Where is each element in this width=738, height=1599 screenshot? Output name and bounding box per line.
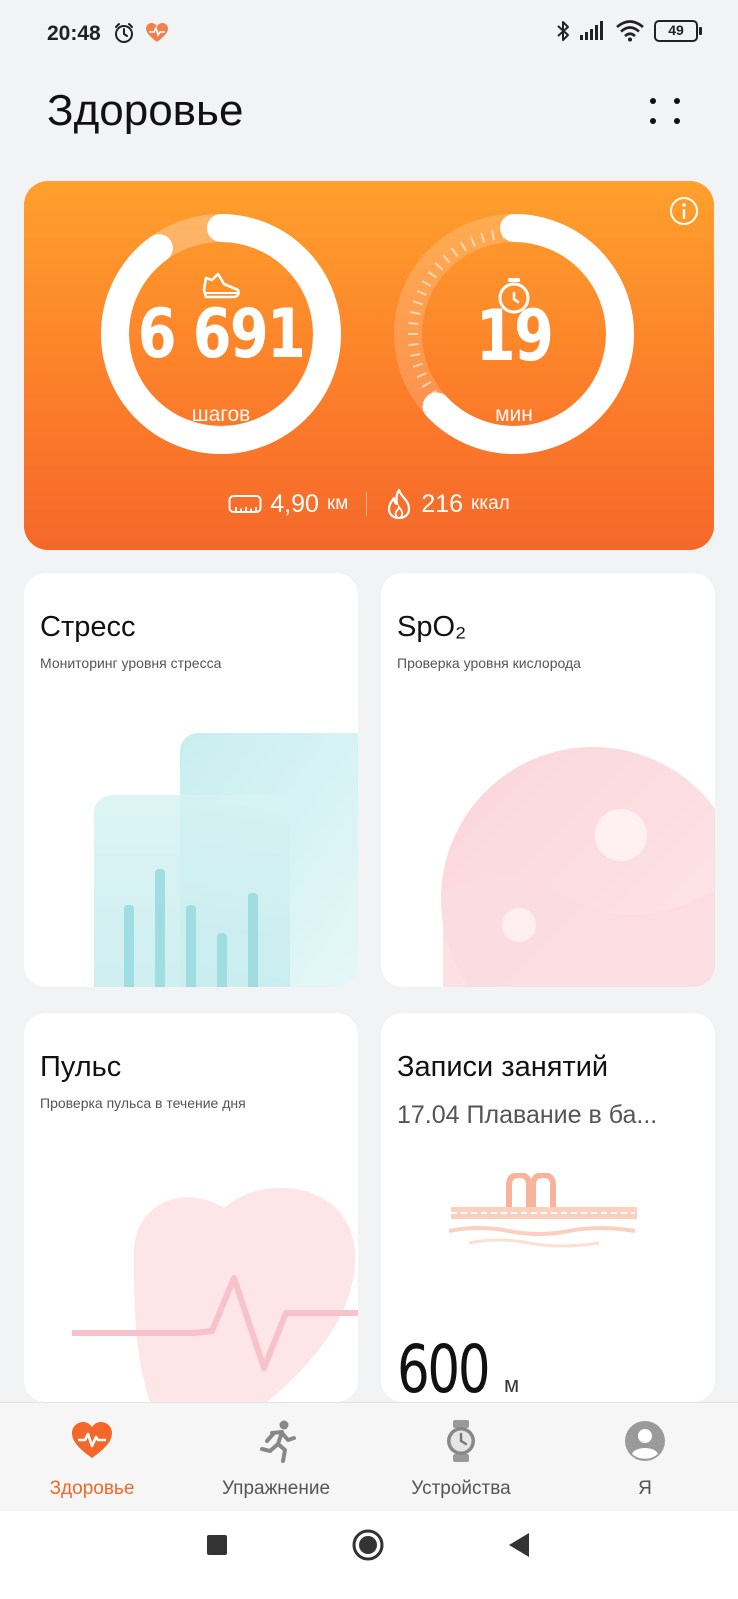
running-icon: [260, 1420, 296, 1463]
status-time: 20:48: [47, 22, 101, 45]
workouts-title: Записи занятий: [397, 1051, 609, 1083]
nav-me-label: Я: [638, 1478, 652, 1499]
nav-me[interactable]: Я: [555, 1419, 735, 1500]
workouts-subtitle: 17.04 Плавание в ба...: [397, 1101, 658, 1129]
flame-icon: [388, 488, 411, 520]
steps-unit: шагов: [191, 403, 251, 426]
minutes-ring[interactable]: 19 мин: [393, 213, 635, 455]
stress-tile[interactable]: Стресс Мониторинг уровня стресса: [24, 573, 358, 987]
calories-stat: 216 ккал: [385, 488, 510, 520]
bottom-navigation: Здоровье Упражнение Устройства Я: [0, 1402, 738, 1510]
info-icon[interactable]: [668, 195, 700, 227]
activity-stats: 4,90 км 216 ккал: [24, 488, 714, 520]
wifi-icon: [616, 20, 644, 42]
system-navigation-bar: [0, 1511, 738, 1599]
steps-value: 6 691: [137, 295, 306, 374]
alarm-icon: [115, 23, 133, 43]
nav-exercise[interactable]: Упражнение: [186, 1419, 366, 1500]
stress-illustration: [94, 733, 358, 987]
health-app-icon: [146, 23, 168, 42]
bluetooth-icon: [557, 21, 569, 41]
ruler-icon: [228, 495, 262, 513]
spo2-illustration: [441, 747, 715, 987]
pulse-tile[interactable]: Пульс Проверка пульса в течение дня: [24, 1013, 358, 1402]
nav-health-label: Здоровье: [49, 1478, 135, 1499]
page-title: Здоровье: [47, 86, 244, 135]
workouts-tile[interactable]: Записи занятий 17.04 Плавание в ба... 60…: [381, 1013, 715, 1402]
recents-icon[interactable]: [205, 1533, 229, 1557]
status-bar: 20:48 49: [0, 0, 738, 70]
calories-unit: ккал: [471, 493, 510, 514]
distance-stat: 4,90 км: [228, 490, 348, 519]
minutes-value: 19: [475, 295, 554, 377]
workouts-unit: м: [503, 1372, 520, 1397]
more-dots-icon[interactable]: [642, 90, 688, 136]
activity-card[interactable]: 6 691 шагов 19 мин 4,90 км 216 ккал: [24, 181, 714, 550]
signal-icon: [580, 21, 603, 40]
watch-icon: [447, 1420, 475, 1462]
stats-divider: [366, 492, 368, 516]
pulse-illustration: [72, 1187, 358, 1402]
minutes-unit: мин: [495, 403, 533, 426]
battery-indicator: 49: [654, 20, 702, 42]
nav-devices[interactable]: Устройства: [371, 1419, 551, 1500]
heart-pulse-icon: [72, 1422, 112, 1458]
workouts-value-row: 600 м: [397, 1331, 519, 1402]
nav-exercise-label: Упражнение: [221, 1478, 331, 1499]
nav-health[interactable]: Здоровье: [2, 1419, 182, 1500]
nav-devices-label: Устройства: [411, 1478, 511, 1499]
status-left-icons: [113, 22, 169, 44]
profile-icon: [625, 1421, 665, 1461]
spo2-tile[interactable]: SpO₂ Проверка уровня кислорода: [381, 573, 715, 987]
steps-ring[interactable]: 6 691 шагов: [100, 213, 342, 455]
calories-value: 216: [421, 489, 464, 518]
distance-unit: км: [326, 493, 349, 514]
shoe-icon: [202, 272, 240, 299]
swimming-pool-icon: [449, 1173, 637, 1248]
status-right-icons: 49: [556, 20, 702, 42]
distance-value: 4,90: [270, 489, 319, 518]
back-icon[interactable]: [507, 1531, 533, 1559]
home-icon[interactable]: [351, 1528, 385, 1562]
workouts-value: 600: [397, 1331, 491, 1402]
